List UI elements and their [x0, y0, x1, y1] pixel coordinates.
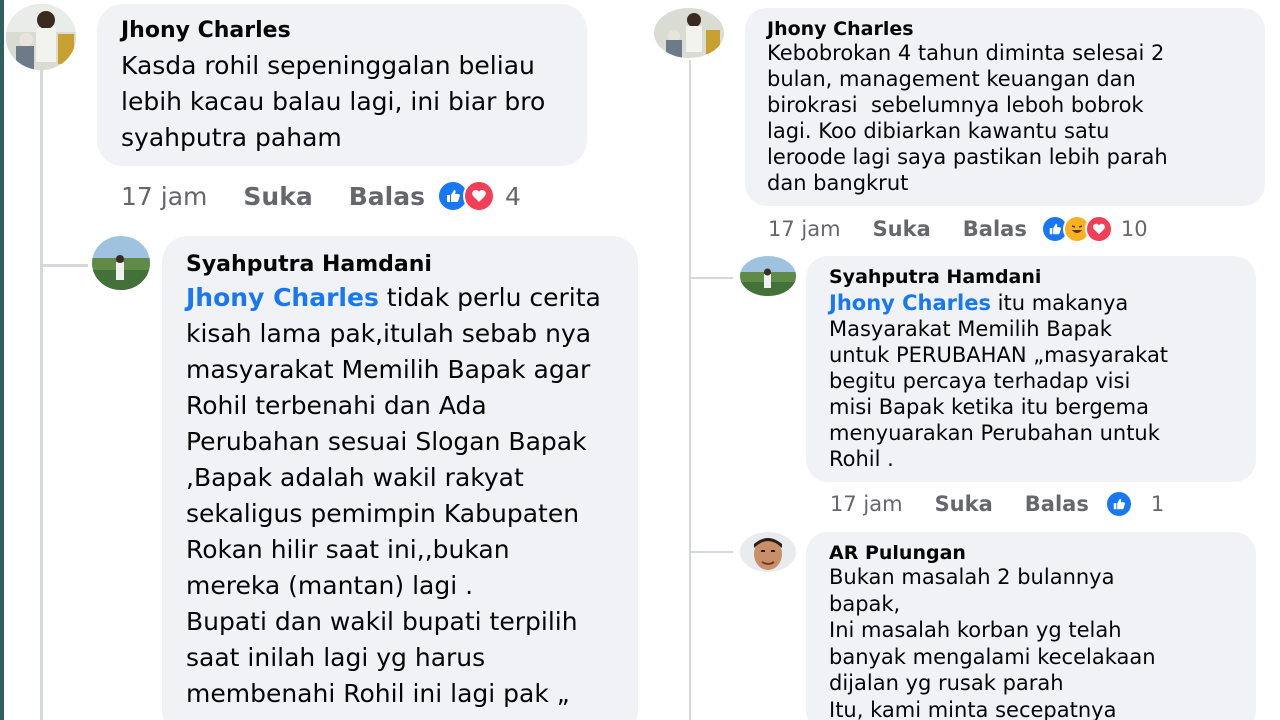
reply-button[interactable]: Balas — [349, 182, 425, 211]
reply-bubble: Syahputra Hamdani Jhony Charles tidak pe… — [162, 236, 638, 720]
comment-meta: 17 jam Suka Balas 4 — [121, 180, 521, 212]
reaction-count: 4 — [504, 181, 521, 211]
reply-bubble: Syahputra Hamdani Jhony Charles itu maka… — [806, 256, 1256, 482]
reply-first-text: tidak perlu cerita — [378, 283, 601, 312]
reply-first-text: itu makanya — [990, 291, 1129, 315]
reply-button[interactable]: Balas — [963, 217, 1027, 241]
reply-text: Masyarakat Memilih Bapak untuk PERUBAHAN… — [829, 317, 1169, 471]
comment-author[interactable]: Jhony Charles — [767, 18, 914, 40]
thread-branch — [40, 264, 88, 267]
thread-line — [689, 60, 691, 720]
reply-first-line: Jhony Charles itu makanya — [829, 290, 1128, 316]
avatar-photo — [654, 8, 724, 58]
reply-author[interactable]: AR Pulungan — [829, 542, 966, 564]
left-screenshot-panel: Jhony Charles Kasda rohil sepeninggalan … — [4, 0, 638, 720]
comment-text: Kasda rohil sepeninggalan beliau lebih k… — [121, 51, 546, 152]
comment-author[interactable]: Jhony Charles — [121, 18, 291, 43]
like-button[interactable]: Suka — [243, 182, 312, 211]
comment-bubble: Jhony Charles Kasda rohil sepeninggalan … — [97, 4, 587, 166]
comment-bubble: Jhony Charles Kebobrokan 4 tahun diminta… — [745, 8, 1265, 206]
avatar-syahputra-hamdani[interactable] — [92, 236, 150, 290]
reply-author[interactable]: Syahputra Hamdani — [829, 266, 1041, 288]
mention-tag[interactable]: Jhony Charles — [829, 291, 991, 315]
reply-bubble: AR Pulungan Bukan masalah 2 bulannya bap… — [806, 532, 1256, 720]
reply-first-line: Jhony Charles tidak perlu cerita — [186, 280, 601, 316]
thread-branch — [689, 551, 733, 553]
comment-time[interactable]: 17 jam — [121, 182, 207, 211]
avatar-syahputra-hamdani[interactable] — [740, 256, 796, 296]
reaction-summary[interactable]: 1 — [1104, 490, 1165, 518]
mention-tag[interactable]: Jhony Charles — [186, 283, 379, 312]
love-icon — [1084, 215, 1113, 243]
right-screenshot-panel: Jhony Charles Kebobrokan 4 tahun diminta… — [646, 0, 1280, 720]
comment-text: Kebobrokan 4 tahun diminta selesai 2 bul… — [767, 41, 1168, 195]
like-button[interactable]: Suka — [873, 217, 931, 241]
avatar-photo — [92, 236, 150, 290]
love-icon — [462, 180, 495, 212]
reaction-count: 10 — [1120, 217, 1148, 241]
avatar-ar-pulungan[interactable] — [740, 532, 796, 572]
reply-author[interactable]: Syahputra Hamdani — [186, 252, 432, 277]
avatar-jhony-charles[interactable] — [654, 8, 724, 58]
thread-line — [40, 70, 43, 720]
like-icon — [1104, 490, 1133, 518]
avatar-jhony-charles[interactable] — [6, 4, 76, 70]
panel-divider — [638, 0, 646, 720]
reply-text: Bukan masalah 2 bulannya bapak, Ini masa… — [829, 565, 1156, 720]
reply-text: kisah lama pak,itulah sebab nya masyarak… — [186, 319, 592, 708]
reply-button[interactable]: Balas — [1025, 492, 1089, 516]
reply-meta: 17 jam Suka Balas 1 — [830, 489, 1164, 519]
reaction-summary[interactable]: 10 — [1040, 215, 1148, 243]
avatar-photo — [740, 532, 796, 572]
reaction-count: 1 — [1150, 492, 1165, 516]
reply-time[interactable]: 17 jam — [830, 492, 903, 516]
avatar-photo — [6, 4, 76, 70]
comment-time[interactable]: 17 jam — [768, 217, 841, 241]
thread-branch — [689, 277, 733, 279]
comment-meta: 17 jam Suka Balas 10 — [768, 214, 1148, 244]
like-button[interactable]: Suka — [935, 492, 993, 516]
avatar-photo — [740, 256, 796, 296]
reaction-summary[interactable]: 4 — [436, 180, 521, 212]
